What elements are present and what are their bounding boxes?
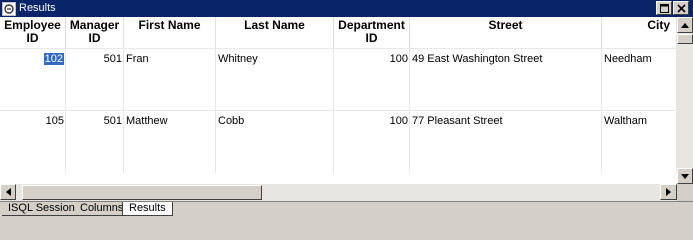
cell-manager-id[interactable]: 501 bbox=[66, 49, 124, 111]
column-header-first-name[interactable]: First Name bbox=[124, 17, 216, 48]
scrollbar-corner bbox=[677, 184, 693, 201]
cell-street[interactable]: 77 Pleasant Street bbox=[410, 111, 602, 173]
results-grid[interactable]: Employee ID Manager ID First Name Last N… bbox=[0, 17, 677, 184]
scroll-up-button[interactable] bbox=[677, 17, 693, 33]
window-icon[interactable] bbox=[2, 1, 16, 16]
horizontal-scrollbar[interactable] bbox=[0, 184, 677, 201]
cell-city[interactable]: Needham bbox=[602, 49, 677, 111]
cell-employee-id[interactable]: 102 bbox=[0, 49, 66, 111]
column-header-city[interactable]: City bbox=[602, 17, 677, 48]
horizontal-scroll-thumb[interactable] bbox=[22, 185, 262, 200]
close-icon bbox=[676, 3, 686, 13]
cell-first-name[interactable]: Matthew bbox=[124, 111, 216, 173]
maximize-button[interactable] bbox=[656, 1, 672, 15]
table-row[interactable]: 105 501 Matthew Cobb 100 77 Pleasant Str… bbox=[0, 110, 677, 173]
cell-city[interactable]: Waltham bbox=[602, 111, 677, 173]
column-header-street[interactable]: Street bbox=[410, 17, 602, 48]
scroll-down-button[interactable] bbox=[677, 168, 693, 184]
table-row[interactable]: 102 501 Fran Whitney 100 49 East Washing… bbox=[0, 48, 677, 111]
vertical-scroll-thumb[interactable] bbox=[677, 34, 693, 44]
scroll-left-button[interactable] bbox=[0, 184, 16, 200]
vertical-scrollbar[interactable] bbox=[677, 17, 693, 184]
cell-last-name[interactable]: Whitney bbox=[216, 49, 334, 111]
tab-strip: ISQL Session Columns Results bbox=[0, 201, 693, 219]
scroll-right-button[interactable] bbox=[660, 184, 677, 200]
header-row: Employee ID Manager ID First Name Last N… bbox=[0, 17, 677, 48]
column-header-department-id[interactable]: Department ID bbox=[334, 17, 410, 48]
cell-employee-id[interactable]: 105 bbox=[0, 111, 66, 173]
column-header-manager-id[interactable]: Manager ID bbox=[66, 17, 124, 48]
arrow-left-icon bbox=[5, 188, 11, 196]
arrow-right-icon bbox=[666, 188, 671, 196]
cell-department-id[interactable]: 100 bbox=[334, 49, 410, 111]
close-button[interactable] bbox=[673, 1, 689, 15]
cell-department-id[interactable]: 100 bbox=[334, 111, 410, 173]
tab-results[interactable]: Results bbox=[122, 202, 173, 216]
column-header-employee-id[interactable]: Employee ID bbox=[0, 17, 66, 48]
arrow-down-icon bbox=[681, 173, 689, 179]
cell-manager-id[interactable]: 501 bbox=[66, 111, 124, 173]
cell-first-name[interactable]: Fran bbox=[124, 49, 216, 111]
selected-value: 102 bbox=[43, 53, 64, 65]
column-header-last-name[interactable]: Last Name bbox=[216, 17, 334, 48]
arrow-up-icon bbox=[681, 22, 689, 28]
window-titlebar: Results bbox=[0, 0, 693, 17]
cell-street[interactable]: 49 East Washington Street bbox=[410, 49, 602, 111]
cell-last-name[interactable]: Cobb bbox=[216, 111, 334, 173]
window-title: Results bbox=[19, 2, 56, 14]
tab-isql-session[interactable]: ISQL Session bbox=[2, 202, 81, 216]
maximize-icon bbox=[659, 3, 669, 13]
